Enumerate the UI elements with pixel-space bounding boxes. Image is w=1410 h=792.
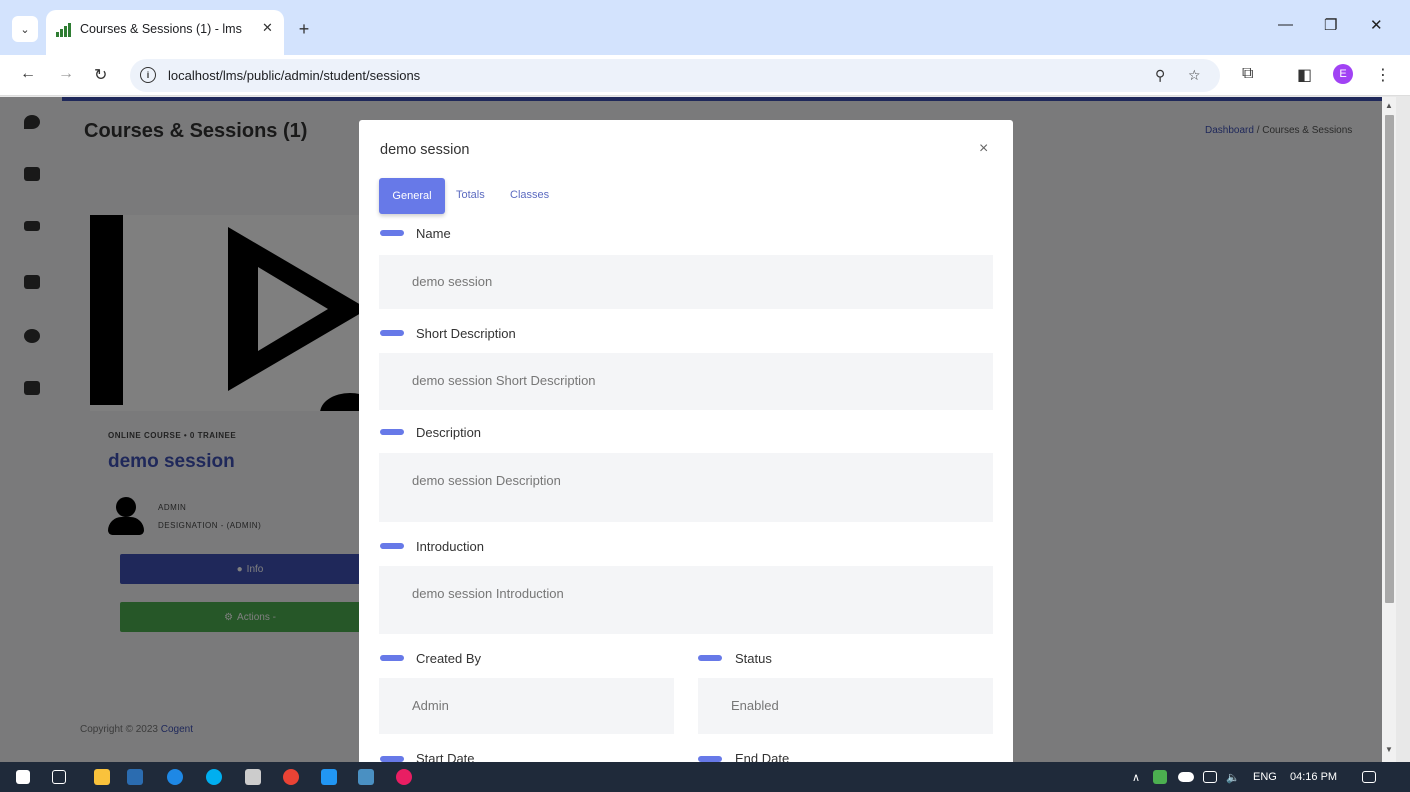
zoom-icon[interactable]: ⚲ [1155, 67, 1165, 84]
introduction-label: Introduction [416, 539, 484, 554]
tab-search-button[interactable]: ⌄ [12, 16, 38, 42]
tab-totals[interactable]: Totals [456, 189, 485, 201]
created-by-field[interactable]: Admin [379, 678, 674, 734]
onedrive-icon[interactable] [1178, 772, 1194, 782]
more-menu-icon[interactable]: ⋮ [1375, 65, 1391, 85]
volume-icon[interactable]: 🔈 [1226, 771, 1240, 784]
network-icon[interactable] [1203, 771, 1217, 783]
file-explorer-icon[interactable] [94, 769, 110, 785]
start-date-label: Start Date [416, 751, 475, 762]
scroll-down-icon[interactable]: ▼ [1385, 745, 1393, 754]
tab-general[interactable]: General [379, 178, 445, 214]
site-info-icon[interactable]: i [140, 67, 156, 83]
scrollbar-thumb[interactable] [1385, 115, 1394, 603]
task-view-icon[interactable] [52, 770, 66, 784]
field-marker [380, 330, 404, 336]
chevron-down-icon: ⌄ [20, 23, 30, 36]
language-indicator[interactable]: ENG [1253, 771, 1277, 783]
profile-avatar[interactable]: E [1333, 64, 1353, 84]
status-field[interactable]: Enabled [698, 678, 993, 734]
field-marker [380, 429, 404, 435]
close-tab-icon[interactable]: ✕ [262, 20, 273, 36]
side-panel-icon[interactable]: ◧ [1297, 65, 1312, 85]
close-window-icon[interactable]: ✕ [1370, 16, 1383, 34]
vscode-icon[interactable] [321, 769, 337, 785]
skype-icon[interactable] [206, 769, 222, 785]
store-icon[interactable] [127, 769, 143, 785]
reload-icon[interactable]: ↻ [94, 65, 107, 85]
short-description-field[interactable]: demo session Short Description [379, 353, 993, 410]
windows-start-icon[interactable] [16, 770, 30, 784]
description-label: Description [416, 425, 482, 440]
scroll-up-icon[interactable]: ▲ [1385, 101, 1393, 110]
session-modal: demo session × General Totals Classes Na… [359, 120, 1013, 762]
new-tab-button[interactable]: + [291, 16, 317, 42]
restore-icon[interactable]: ❐ [1324, 16, 1337, 34]
browser-tab-bar: ⌄ Courses & Sessions (1) - lms ✕ + — ❐ ✕ [0, 0, 1410, 55]
created-by-value: Admin [412, 698, 449, 713]
tray-app-icon[interactable] [1153, 770, 1167, 784]
app-icon[interactable] [358, 769, 374, 785]
address-bar[interactable]: i localhost/lms/public/admin/student/ses… [130, 59, 1220, 92]
status-value: Enabled [731, 698, 779, 713]
name-field[interactable]: demo session [379, 255, 993, 309]
terminal-icon[interactable] [245, 769, 261, 785]
page-scrollbar[interactable]: ▲ ▼ [1382, 97, 1396, 762]
tray-chevron-icon[interactable]: ∧ [1132, 771, 1140, 784]
minimize-icon[interactable]: — [1278, 16, 1293, 33]
field-marker [380, 655, 404, 661]
notification-icon[interactable] [1362, 771, 1376, 783]
extensions-icon[interactable]: ⧉ [1242, 65, 1253, 83]
bookmark-star-icon[interactable]: ☆ [1188, 67, 1201, 84]
site-favicon-icon [56, 23, 72, 37]
end-date-label: End Date [735, 751, 790, 762]
field-marker [380, 543, 404, 549]
name-value: demo session [412, 274, 493, 289]
vivaldi-icon[interactable] [396, 769, 412, 785]
short-description-label: Short Description [416, 326, 516, 341]
chrome-icon[interactable] [283, 769, 299, 785]
name-label: Name [416, 226, 451, 241]
description-value: demo session Description [412, 473, 561, 488]
tab-classes[interactable]: Classes [510, 189, 549, 201]
edge-icon[interactable] [167, 769, 183, 785]
close-icon[interactable]: × [979, 140, 988, 158]
tab-title: Courses & Sessions (1) - lms [80, 22, 242, 36]
description-field[interactable]: demo session Description [379, 453, 993, 522]
field-marker [698, 655, 722, 661]
back-icon[interactable]: ← [20, 65, 36, 83]
browser-tab[interactable]: Courses & Sessions (1) - lms ✕ [46, 10, 284, 55]
introduction-value: demo session Introduction [412, 586, 564, 601]
modal-title: demo session [380, 142, 470, 158]
short-description-value: demo session Short Description [412, 373, 596, 388]
created-by-label: Created By [416, 651, 482, 666]
browser-toolbar: ← → ↻ i localhost/lms/public/admin/stude… [0, 55, 1410, 96]
status-label: Status [735, 651, 772, 666]
windows-taskbar: ∧ 🔈 ENG 04:16 PM [0, 762, 1410, 792]
clock[interactable]: 04:16 PM [1290, 771, 1337, 783]
introduction-field[interactable]: demo session Introduction [379, 566, 993, 634]
field-marker [380, 230, 404, 236]
url-text[interactable]: localhost/lms/public/admin/student/sessi… [168, 68, 420, 83]
forward-icon[interactable]: → [58, 65, 74, 83]
